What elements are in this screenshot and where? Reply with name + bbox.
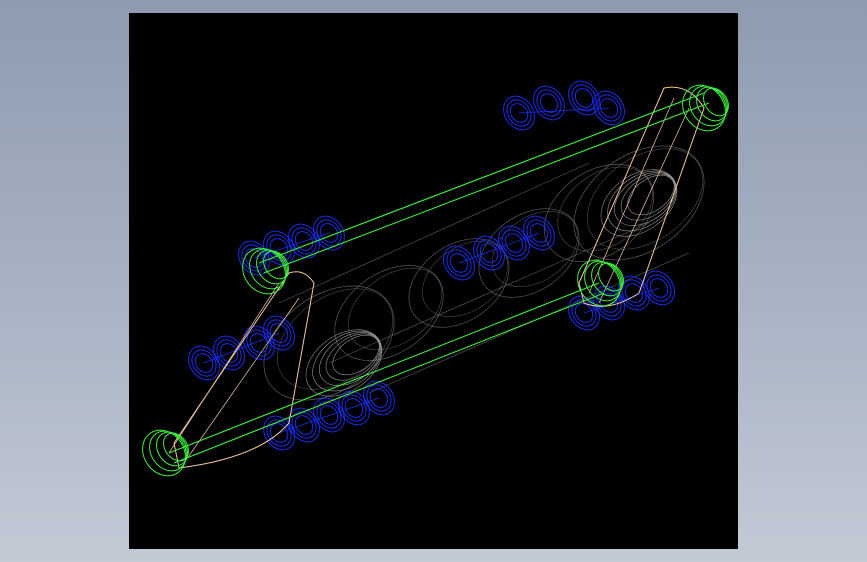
wireframe-model	[142, 80, 729, 477]
cad-viewport[interactable]	[129, 13, 738, 549]
tie-rods	[168, 92, 710, 464]
housing-wireframe	[263, 145, 705, 401]
bearing-rings	[305, 169, 678, 397]
bolt-group	[503, 80, 625, 131]
bolt-group	[443, 215, 555, 281]
